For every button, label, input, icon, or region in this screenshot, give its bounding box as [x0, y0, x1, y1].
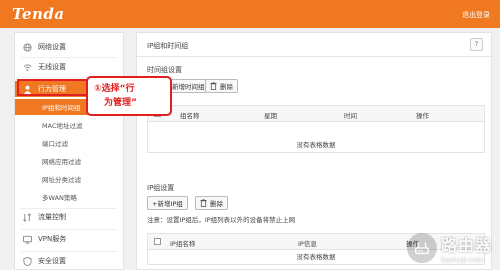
logout-link[interactable]: 退出登录 [462, 10, 490, 20]
column-header: IP组名称 [170, 240, 196, 248]
column-header: 时间 [344, 112, 357, 120]
divider [21, 57, 117, 58]
annotation-line: 为管理” [104, 98, 137, 108]
watermark-title: 路由器 [440, 236, 492, 255]
highlight-box [17, 79, 90, 96]
divider [21, 251, 117, 252]
empty-table-message: 没有表格数据 [296, 141, 336, 149]
wifi-icon [23, 63, 32, 72]
page-header: IP组和时间组 ? [137, 33, 491, 57]
column-header: 操作 [416, 112, 429, 120]
annotation-line: ①选择“行 [94, 84, 135, 94]
sidebar-item-label: 网络设置 [38, 43, 66, 51]
annotation-callout: ①选择“行 为管理” [86, 76, 172, 116]
sub-item-port-filter[interactable]: 端口过滤 [15, 135, 123, 151]
sidebar-item-label: 无线设置 [38, 63, 66, 71]
trash-icon [210, 82, 217, 90]
sidebar-item-network[interactable]: 网络设置 [15, 39, 123, 55]
add-time-group-label: 新增时间组 [172, 83, 205, 91]
sidebar-item-traffic[interactable]: 流量控制 [15, 209, 123, 225]
traffic-icon [23, 212, 32, 222]
ip-group-section-title: IP组设置 [147, 184, 175, 192]
sidebar-item-wireless[interactable]: 无线设置 [15, 59, 123, 75]
delete-label: 删除 [220, 83, 233, 91]
divider [21, 229, 117, 230]
sidebar-item-label: 安全设置 [38, 257, 66, 265]
sidebar-item-vpn[interactable]: VPN服务 [15, 231, 123, 247]
sidebar-item-label: 流量控制 [38, 213, 66, 221]
time-group-section-title: 时间组设置 [147, 66, 182, 74]
add-time-group-button[interactable]: 新增时间组 [167, 79, 210, 93]
shield-icon [23, 256, 32, 266]
top-bar: Tenda 退出登录 [0, 0, 500, 28]
delete-time-group-button[interactable]: 删除 [205, 79, 238, 93]
sidebar-item-security[interactable]: 安全设置 [15, 253, 123, 269]
globe-icon [23, 42, 32, 52]
page-title: IP组和时间组 [147, 42, 189, 50]
ip-group-note: 注意：设置IP组后，IP组列表以外的设备将禁止上网 [147, 216, 296, 224]
watermark-url: luyouqi.com [440, 256, 484, 264]
sub-item-multiwan[interactable]: 多WAN策略 [15, 189, 123, 205]
delete-ip-group-button[interactable]: 删除 [195, 196, 228, 210]
help-button[interactable]: ? [470, 38, 483, 51]
add-ip-group-button[interactable]: +新增IP组 [147, 196, 188, 210]
sub-item-mac-filter[interactable]: MAC地址过滤 [15, 117, 123, 133]
column-header: 星期 [264, 112, 277, 120]
table-row [148, 122, 484, 138]
sidebar: 网络设置 无线设置 行为管理 IP组和时间组 MAC地址过滤 端口过滤 网络应用… [14, 32, 124, 270]
sub-item-app-filter[interactable]: 网络应用过滤 [15, 153, 123, 169]
table-header: 组名称 星期 时间 操作 [148, 106, 484, 122]
trash-icon [200, 199, 207, 207]
vpn-icon [23, 235, 32, 244]
watermark: 路由器 luyouqi.com [406, 232, 492, 264]
router-icon [406, 233, 437, 263]
select-all-checkbox[interactable] [154, 238, 161, 245]
sidebar-item-label: VPN服务 [38, 235, 67, 243]
time-group-table: 组名称 星期 时间 操作 没有表格数据 [147, 105, 485, 153]
sub-item-url-filter[interactable]: 网址分类过滤 [15, 171, 123, 187]
add-ip-group-label: +新增IP组 [152, 200, 183, 208]
brand-logo: Tenda [12, 5, 65, 23]
column-header: IP信息 [298, 240, 317, 248]
delete-label: 删除 [210, 200, 223, 208]
column-header: 组名称 [180, 112, 200, 120]
